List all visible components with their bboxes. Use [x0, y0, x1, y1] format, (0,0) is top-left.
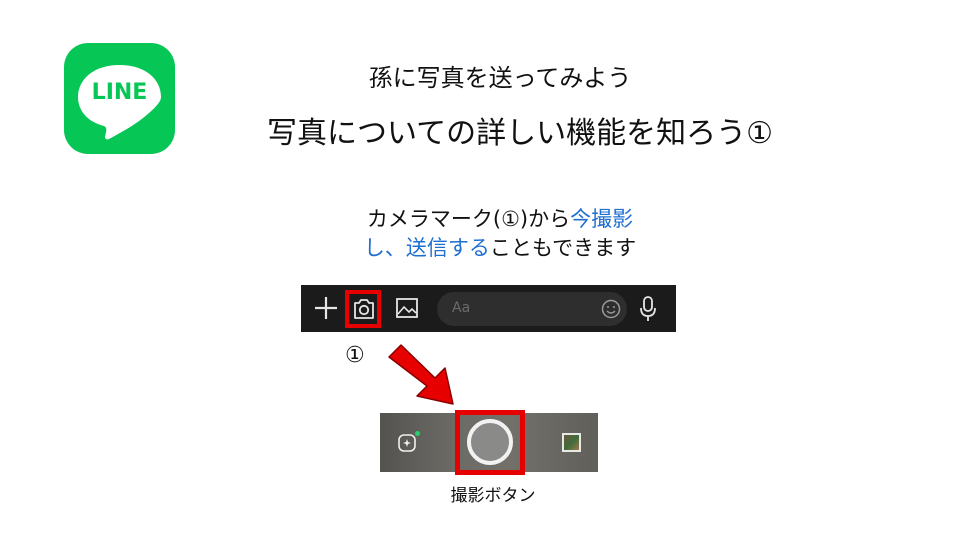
instruction-text: カメラマーク(①)から今撮影 し、送信することもできます	[300, 205, 700, 263]
camera-highlight-box	[345, 290, 381, 328]
page-title: 写真についての詳しい機能を知ろう①	[267, 116, 773, 151]
marker-label: ①	[345, 343, 365, 368]
message-input[interactable]: Aa	[437, 292, 627, 326]
logo-text: LINE	[91, 80, 148, 105]
shutter-caption: 撮影ボタン	[450, 486, 536, 506]
gallery-thumbnail[interactable]	[562, 433, 581, 452]
page-subtitle: 孫に写真を送ってみよう	[368, 64, 632, 92]
line-app-icon: LINE	[64, 43, 175, 154]
notification-dot	[415, 431, 420, 436]
message-placeholder: Aa	[452, 300, 471, 316]
instruction-highlight-2: し、送信する	[363, 236, 490, 260]
microphone-icon[interactable]	[639, 295, 657, 323]
emoji-icon[interactable]	[601, 299, 621, 319]
effects-icon[interactable]	[398, 434, 416, 452]
instruction-part2: こともできます	[489, 236, 637, 260]
image-icon[interactable]	[395, 297, 419, 319]
plus-icon[interactable]	[313, 293, 339, 323]
camera-control-strip	[380, 410, 598, 475]
red-arrow-icon	[388, 344, 454, 405]
instruction-highlight-1: 今撮影	[570, 207, 634, 231]
shutter-button[interactable]	[467, 419, 513, 465]
chat-input-bar: Aa	[301, 285, 676, 332]
instruction-part1: カメラマーク(①)から	[366, 207, 571, 231]
